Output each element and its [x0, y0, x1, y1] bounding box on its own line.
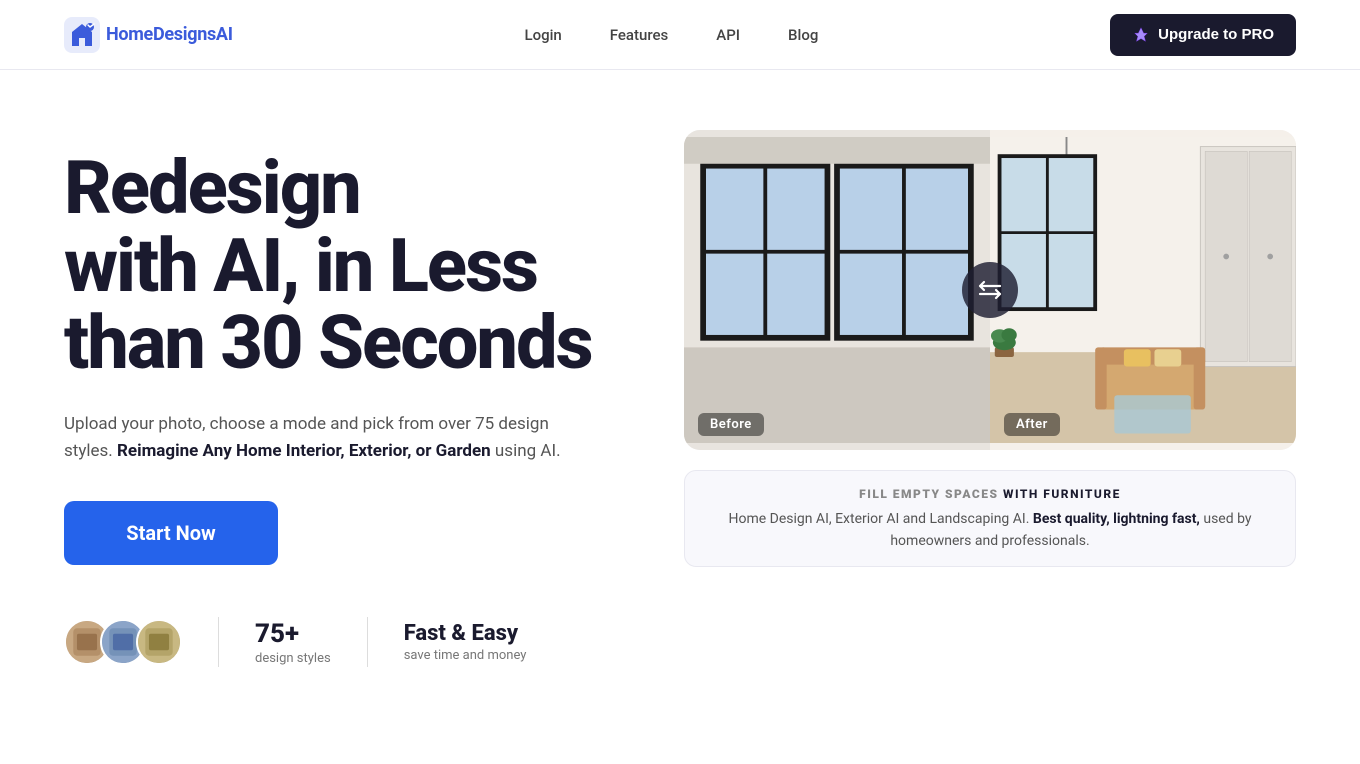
stat-design-styles: 75+ design styles	[255, 619, 331, 666]
before-room-svg	[684, 130, 990, 450]
avatar-group	[64, 619, 182, 665]
hero-stats: 75+ design styles Fast & Easy save time …	[64, 617, 624, 667]
nav-links: Login Features API Blog	[524, 25, 818, 44]
hero-subtext: Upload your photo, choose a mode and pic…	[64, 411, 564, 465]
bottom-desc: Home Design AI, Exterior AI and Landscap…	[705, 509, 1275, 552]
stat-divider	[218, 617, 219, 667]
after-panel: After	[990, 130, 1296, 450]
fill-spaces-label: FILL EMPTY SPACES WITH FURNITURE	[859, 487, 1121, 501]
logo-icon	[64, 17, 100, 53]
upgrade-icon	[1132, 26, 1150, 44]
stat-fast-easy: Fast & Easy save time and money	[404, 621, 527, 663]
stat-fast-title: Fast & Easy	[404, 621, 527, 646]
after-room	[990, 130, 1296, 450]
hero-section: Redesign with AI, in Less than 30 Second…	[0, 70, 1360, 764]
avatar-3	[136, 619, 182, 665]
stat-divider-2	[367, 617, 368, 667]
stat-count: 75+	[255, 619, 331, 649]
bottom-bar: FILL EMPTY SPACES WITH FURNITURE Home De…	[684, 470, 1296, 567]
before-after-container: Before	[684, 130, 1296, 450]
stat-count-label: design styles	[255, 651, 331, 666]
swap-icon	[976, 276, 1004, 304]
nav-login[interactable]: Login	[524, 26, 561, 44]
start-now-button[interactable]: Start Now	[64, 501, 278, 565]
logo-text: HomeDesignsAI	[106, 24, 233, 45]
hero-right: Before	[684, 130, 1296, 567]
nav-blog[interactable]: Blog	[788, 26, 818, 44]
nav-features[interactable]: Features	[610, 26, 668, 44]
before-label: Before	[698, 413, 764, 436]
after-label: After	[1004, 413, 1060, 436]
after-room-svg	[990, 130, 1296, 450]
upgrade-button[interactable]: Upgrade to PRO	[1110, 14, 1296, 56]
nav-api[interactable]: API	[716, 26, 740, 44]
before-panel: Before	[684, 130, 990, 450]
hero-heading: Redesign with AI, in Less than 30 Second…	[64, 150, 624, 383]
swap-button[interactable]	[962, 262, 1018, 318]
avatar-image-3	[138, 619, 180, 665]
stat-fast-sub: save time and money	[404, 648, 527, 663]
before-room	[684, 130, 990, 450]
navbar: HomeDesignsAI Login Features API Blog Up…	[0, 0, 1360, 70]
hero-left: Redesign with AI, in Less than 30 Second…	[64, 130, 624, 667]
logo-link[interactable]: HomeDesignsAI	[64, 17, 233, 53]
